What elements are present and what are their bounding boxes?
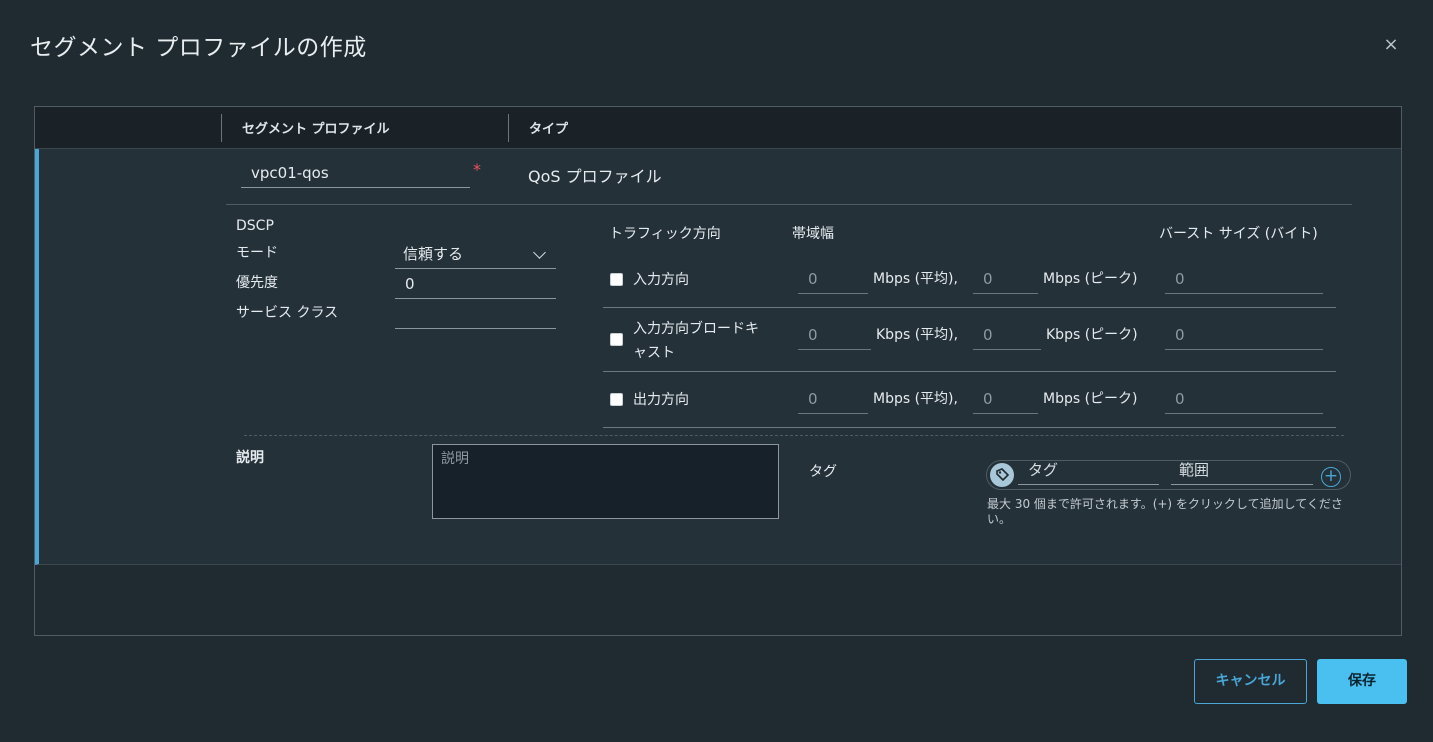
- tag-input[interactable]: タグ: [1018, 457, 1159, 485]
- required-indicator: *: [473, 160, 481, 179]
- description-textarea[interactable]: 説明: [432, 444, 779, 519]
- ingress-broadcast-label-line2: ャスト: [633, 345, 675, 361]
- tag-icon: [990, 463, 1014, 487]
- dscp-priority-input[interactable]: 0: [395, 269, 556, 299]
- traffic-direction-header: トラフィック方向: [609, 226, 721, 242]
- ingress-broadcast-label-line1: 入力方向ブロードキ: [633, 321, 759, 337]
- description-label: 説明: [236, 450, 264, 466]
- dscp-priority-label: 優先度: [236, 275, 278, 291]
- ingress-broadcast-peak-input[interactable]: 0: [973, 320, 1041, 350]
- ingress-avg-input[interactable]: 0: [798, 264, 868, 294]
- ingress-broadcast-checkbox[interactable]: [610, 333, 623, 346]
- ingress-avg-unit: Mbps (平均),: [873, 271, 958, 287]
- service-class-input[interactable]: [395, 299, 556, 329]
- ingress-broadcast-burst-input[interactable]: 0: [1165, 320, 1323, 350]
- profile-type: QoS プロファイル: [528, 167, 662, 186]
- egress-peak-input[interactable]: 0: [973, 384, 1038, 414]
- section-dashed-divider: [244, 435, 1344, 436]
- dscp-mode-select[interactable]: 信頼する: [395, 239, 556, 269]
- grid-header: セグメント プロファイル タイプ: [35, 107, 1401, 149]
- service-class-label: サービス クラス: [236, 305, 339, 321]
- ingress-peak-unit: Mbps (ピーク): [1043, 271, 1138, 287]
- scope-input[interactable]: 範囲: [1171, 457, 1313, 485]
- cancel-button[interactable]: キャンセル: [1194, 659, 1307, 704]
- ingress-broadcast-avg-unit: Kbps (平均),: [876, 327, 959, 343]
- egress-burst-input[interactable]: 0: [1165, 384, 1323, 414]
- egress-label: 出力方向: [633, 392, 689, 408]
- traffic-row-divider: [603, 427, 1336, 428]
- profile-name-input[interactable]: vpc01-qos: [241, 158, 470, 188]
- egress-peak-unit: Mbps (ピーク): [1043, 391, 1138, 407]
- save-button[interactable]: 保存: [1317, 659, 1407, 704]
- ingress-broadcast-avg-input[interactable]: 0: [798, 320, 871, 350]
- egress-checkbox[interactable]: [610, 393, 623, 406]
- bandwidth-header: 帯域幅: [792, 226, 834, 242]
- section-divider: [226, 204, 1352, 205]
- ingress-checkbox[interactable]: [610, 273, 623, 286]
- egress-avg-input[interactable]: 0: [798, 384, 868, 414]
- create-segment-profile-dialog: セグメント プロファイルの作成 × セグメント プロファイル タイプ vpc01…: [0, 0, 1433, 742]
- traffic-row-divider: [603, 307, 1336, 308]
- burst-size-header: バースト サイズ (バイト): [1159, 226, 1318, 242]
- ingress-broadcast-peak-unit: Kbps (ピーク): [1046, 327, 1138, 343]
- ingress-burst-input[interactable]: 0: [1165, 264, 1323, 294]
- close-icon[interactable]: ×: [1380, 34, 1402, 56]
- column-separator: [221, 114, 222, 142]
- tags-label: タグ: [809, 464, 837, 480]
- dialog-title: セグメント プロファイルの作成: [30, 35, 367, 61]
- column-header-type: タイプ: [529, 122, 569, 137]
- dscp-heading: DSCP: [236, 218, 274, 234]
- add-tag-icon[interactable]: +: [1321, 467, 1341, 487]
- egress-avg-unit: Mbps (平均),: [873, 391, 958, 407]
- tag-icon-glyph: [996, 468, 1010, 482]
- column-header-segment-profile: セグメント プロファイル: [242, 122, 390, 137]
- traffic-row-divider: [603, 371, 1336, 372]
- tags-hint: 最大 30 個まで許可されます。(+) をクリックして追加してください。: [987, 497, 1343, 526]
- ingress-label: 入力方向: [633, 272, 689, 288]
- dscp-mode-label: モード: [236, 245, 278, 261]
- column-separator: [508, 114, 509, 142]
- ingress-peak-input[interactable]: 0: [973, 264, 1038, 294]
